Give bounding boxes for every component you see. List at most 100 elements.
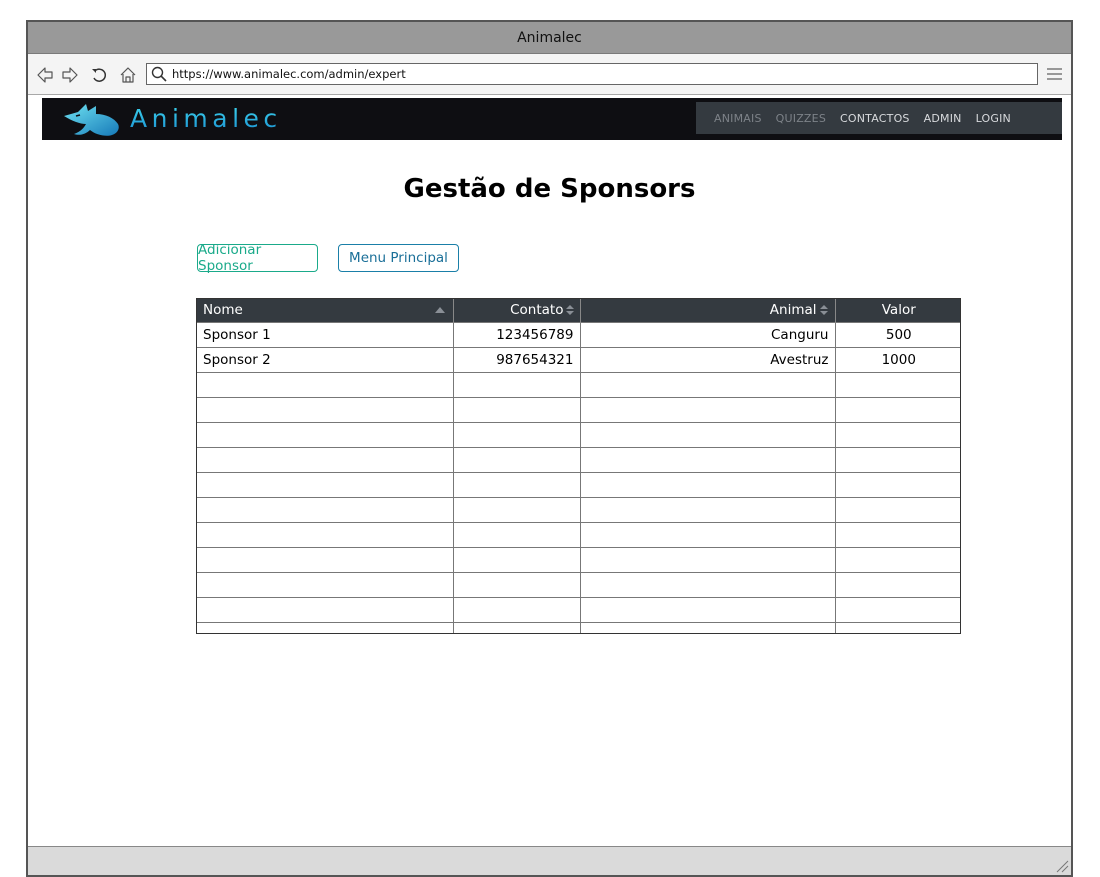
- empty-cell: [453, 621, 581, 633]
- table-row-empty[interactable]: [197, 421, 960, 447]
- table-row-empty[interactable]: [197, 446, 960, 472]
- table-row[interactable]: Sponsor 2 987654321 Avestruz 1000: [197, 346, 960, 372]
- page-content: Animalec ANIMAIS QUIZZES CONTACTOS ADMIN…: [28, 96, 1071, 848]
- empty-cell: [580, 621, 836, 633]
- page-title: Gestão de Sponsors: [403, 174, 696, 204]
- menu-link-quizzes[interactable]: QUIZZES: [776, 112, 826, 125]
- empty-cell: [580, 471, 836, 497]
- cell-nome: Sponsor 1: [197, 321, 454, 347]
- window-titlebar: Animalec: [28, 22, 1071, 54]
- empty-cell: [835, 421, 960, 447]
- empty-cell: [197, 471, 454, 497]
- empty-cell: [835, 621, 960, 633]
- table-row-empty[interactable]: [197, 596, 960, 622]
- table-row-empty[interactable]: [197, 371, 960, 397]
- home-icon[interactable]: [118, 65, 138, 85]
- fox-logo-icon[interactable]: [62, 102, 124, 138]
- empty-cell: [580, 396, 836, 422]
- sort-icon[interactable]: [565, 304, 575, 316]
- empty-cell: [835, 496, 960, 522]
- empty-cell: [580, 546, 836, 572]
- empty-cell: [453, 371, 581, 397]
- empty-cell: [197, 596, 454, 622]
- column-header-valor[interactable]: Valor: [835, 299, 960, 322]
- resize-grip-icon[interactable]: [1055, 859, 1069, 873]
- empty-cell: [835, 596, 960, 622]
- menu-link-animais[interactable]: ANIMAIS: [714, 112, 762, 125]
- empty-cell: [197, 421, 454, 447]
- empty-cell: [580, 521, 836, 547]
- cell-animal: Avestruz: [580, 346, 836, 372]
- cell-contato: 123456789: [453, 321, 581, 347]
- sort-asc-icon[interactable]: [434, 307, 445, 313]
- table-header-row: Nome Contato Animal Valor: [197, 299, 960, 322]
- empty-cell: [835, 446, 960, 472]
- column-header-label: Valor: [881, 302, 916, 319]
- menu-link-contactos[interactable]: CONTACTOS: [840, 112, 910, 125]
- empty-cell: [580, 446, 836, 472]
- empty-cell: [580, 421, 836, 447]
- address-bar[interactable]: https://www.animalec.com/admin/expert: [146, 63, 1038, 85]
- cell-valor: 1000: [835, 346, 960, 372]
- cell-animal: Canguru: [580, 321, 836, 347]
- browser-window: Animalec https://www.animalec.com/admin/…: [26, 20, 1073, 877]
- empty-cell: [580, 571, 836, 597]
- table-row-empty[interactable]: [197, 546, 960, 572]
- empty-cell: [453, 496, 581, 522]
- empty-cell: [197, 571, 454, 597]
- empty-cell: [580, 496, 836, 522]
- brand-name[interactable]: Animalec: [130, 104, 282, 133]
- address-url: https://www.animalec.com/admin/expert: [172, 67, 406, 81]
- table-row-empty[interactable]: [197, 496, 960, 522]
- back-icon[interactable]: [35, 65, 55, 85]
- table-row-empty[interactable]: [197, 621, 960, 633]
- table-row[interactable]: Sponsor 1 123456789 Canguru 500: [197, 321, 960, 347]
- column-header-label: Nome: [203, 302, 243, 319]
- empty-cell: [197, 371, 454, 397]
- empty-cell: [453, 396, 581, 422]
- empty-cell: [835, 371, 960, 397]
- empty-cell: [453, 546, 581, 572]
- empty-cell: [835, 521, 960, 547]
- empty-cell: [197, 396, 454, 422]
- forward-icon[interactable]: [60, 65, 80, 85]
- site-navbar: Animalec ANIMAIS QUIZZES CONTACTOS ADMIN…: [42, 98, 1062, 140]
- empty-cell: [453, 596, 581, 622]
- window-title: Animalec: [517, 29, 582, 46]
- menu-link-admin[interactable]: ADMIN: [924, 112, 962, 125]
- table-row-empty[interactable]: [197, 471, 960, 497]
- empty-cell: [453, 521, 581, 547]
- main-menu-button[interactable]: Menu Principal: [338, 244, 459, 272]
- empty-cell: [197, 521, 454, 547]
- sort-icon[interactable]: [819, 304, 829, 316]
- empty-cell: [197, 621, 454, 633]
- add-sponsor-button[interactable]: Adicionar Sponsor: [197, 242, 318, 274]
- table-body: Sponsor 1 123456789 Canguru 500 Sponsor …: [197, 321, 960, 633]
- empty-cell: [453, 446, 581, 472]
- table-row-empty[interactable]: [197, 571, 960, 597]
- site-menu: ANIMAIS QUIZZES CONTACTOS ADMIN LOGIN: [696, 102, 1062, 134]
- status-bar: [28, 846, 1071, 875]
- search-icon: [151, 66, 167, 82]
- hamburger-menu-icon[interactable]: [1046, 66, 1063, 82]
- column-header-label: Animal: [769, 302, 817, 319]
- table-row-empty[interactable]: [197, 521, 960, 547]
- empty-cell: [453, 421, 581, 447]
- cell-contato: 987654321: [453, 346, 581, 372]
- empty-cell: [580, 371, 836, 397]
- reload-icon[interactable]: [89, 65, 109, 85]
- cell-nome: Sponsor 2: [197, 346, 454, 372]
- empty-cell: [835, 396, 960, 422]
- empty-cell: [197, 446, 454, 472]
- empty-cell: [580, 596, 836, 622]
- column-header-animal[interactable]: Animal: [580, 299, 836, 322]
- table-row-empty[interactable]: [197, 396, 960, 422]
- column-header-nome[interactable]: Nome: [197, 299, 454, 322]
- empty-cell: [197, 546, 454, 572]
- empty-cell: [453, 471, 581, 497]
- menu-link-login[interactable]: LOGIN: [976, 112, 1011, 125]
- empty-cell: [835, 571, 960, 597]
- empty-cell: [835, 471, 960, 497]
- column-header-contato[interactable]: Contato: [453, 299, 581, 322]
- empty-cell: [453, 571, 581, 597]
